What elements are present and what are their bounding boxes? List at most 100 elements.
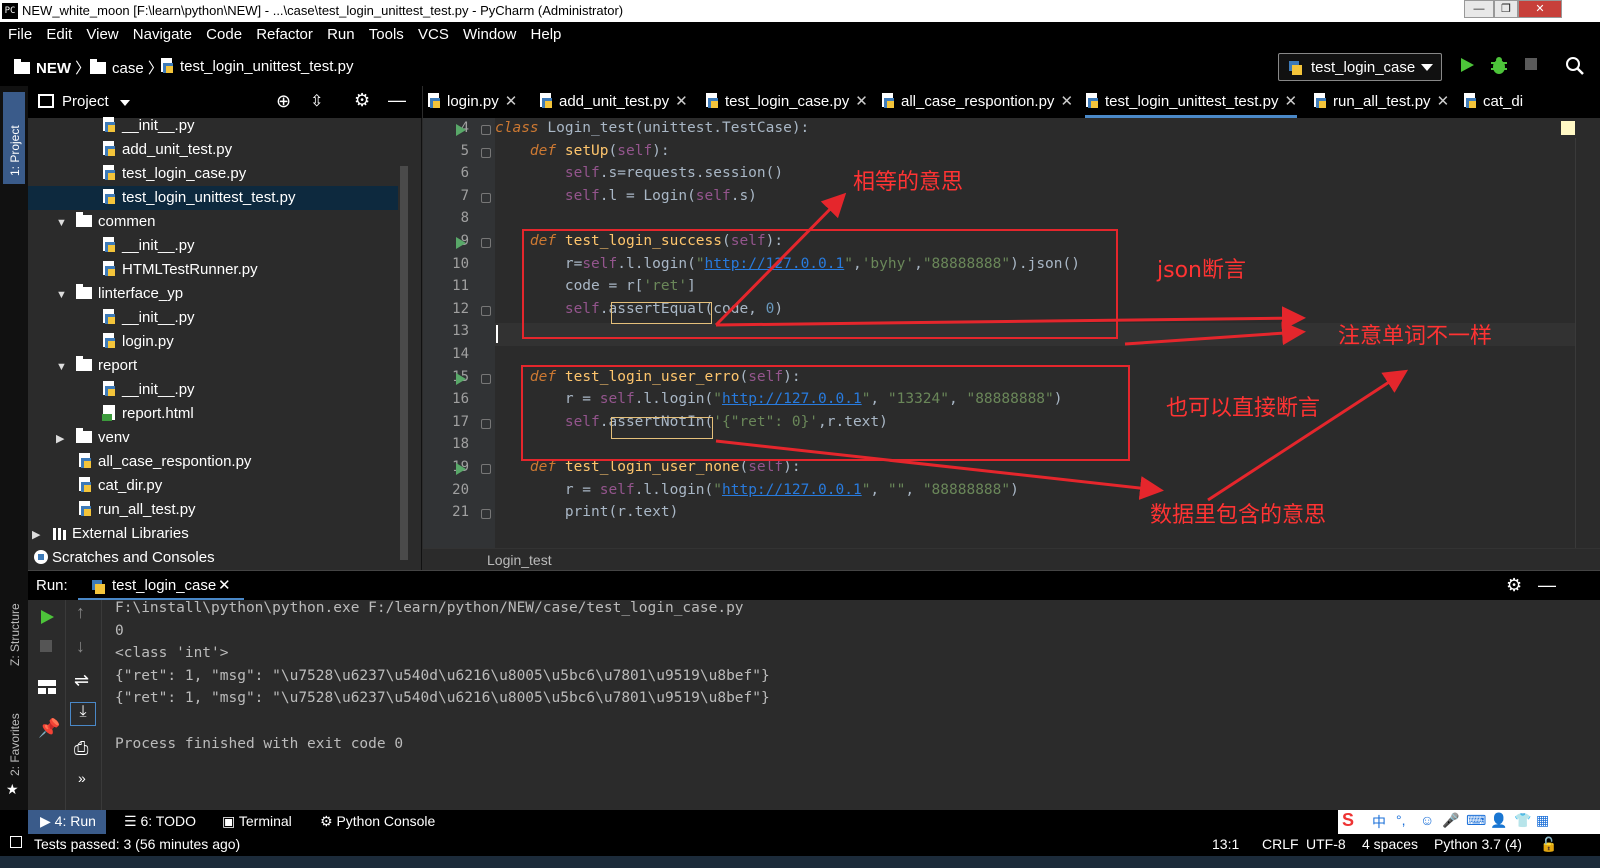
breadcrumb-project[interactable]: NEW 〉 <box>14 57 90 78</box>
more-icon[interactable]: » <box>78 770 86 786</box>
todo-tool-tab[interactable]: ☰ 6: TODO <box>124 813 196 830</box>
terminal-tool-tab[interactable]: ▣ Terminal <box>222 813 292 830</box>
editor-tab[interactable]: add_unit_test.py ✕ <box>539 86 688 118</box>
fold-marker-icon[interactable] <box>481 147 491 158</box>
fold-marker-icon[interactable] <box>481 192 491 203</box>
chevron-right-icon[interactable]: ▶ <box>56 427 68 451</box>
menu-file[interactable]: File <box>8 22 32 48</box>
project-view-select[interactable]: Project <box>62 93 109 110</box>
tree-file[interactable]: all_case_respontion.py <box>28 450 398 474</box>
menu-vcs[interactable]: VCS <box>418 22 449 48</box>
close-window-button[interactable]: ✕ <box>1518 0 1562 18</box>
run-test-icon[interactable] <box>456 124 466 136</box>
menu-refactor[interactable]: Refactor <box>256 22 313 48</box>
fold-marker-icon[interactable] <box>481 125 491 135</box>
hide-panel-icon[interactable]: — <box>1538 575 1556 596</box>
hide-panel-icon[interactable]: — <box>388 90 406 111</box>
fold-marker-icon[interactable] <box>481 418 491 429</box>
menu-help[interactable]: Help <box>531 22 562 48</box>
tree-file[interactable]: run_all_test.py <box>28 498 398 522</box>
gear-icon[interactable]: ⚙ <box>1506 575 1522 596</box>
class-breadcrumb[interactable]: Login_test <box>487 552 552 568</box>
arrow-down-icon[interactable]: ↓ <box>76 636 85 657</box>
status-message[interactable]: Tests passed: 3 (56 minutes ago) <box>34 836 240 852</box>
menu-tools[interactable]: Tools <box>369 22 404 48</box>
run-button[interactable] <box>1456 56 1478 78</box>
run-tool-tab[interactable]: ▶ 4: Run <box>40 813 96 830</box>
close-icon[interactable]: ✕ <box>1437 93 1450 110</box>
close-icon[interactable]: ✕ <box>675 93 688 110</box>
close-icon[interactable]: ✕ <box>218 576 231 594</box>
inspection-indicator[interactable] <box>1561 121 1575 135</box>
run-test-icon[interactable] <box>456 372 466 385</box>
indent-setting[interactable]: 4 spaces <box>1362 836 1418 852</box>
caret-position[interactable]: 13:1 <box>1212 836 1239 852</box>
tree-file[interactable]: __init__.py <box>28 306 398 330</box>
close-icon[interactable]: ✕ <box>1060 93 1073 110</box>
soft-wrap-icon[interactable]: ⇌ <box>74 670 89 691</box>
editor-tab[interactable]: run_all_test.py ✕ <box>1313 86 1449 118</box>
menu-code[interactable]: Code <box>206 22 242 48</box>
ime-toolbar[interactable]: S 中 °, ☺ 🎤 ⌨ 👤 👕 ▦ <box>1338 810 1600 834</box>
tree-file[interactable]: test_login_unittest_test.py <box>28 186 398 210</box>
tree-folder[interactable]: ▼ linterface_yp <box>28 282 398 306</box>
close-icon[interactable]: ✕ <box>505 93 518 110</box>
stop-icon[interactable] <box>38 638 54 654</box>
python-console-tool-tab[interactable]: ⚙ Python Console <box>320 813 435 830</box>
run-test-icon[interactable] <box>456 237 466 249</box>
tree-file[interactable]: cat_dir.py <box>28 474 398 498</box>
editor-tab[interactable]: all_case_respontion.py ✕ <box>881 86 1073 118</box>
search-button[interactable] <box>1564 56 1586 78</box>
scroll-to-end-icon[interactable]: ⤓ <box>70 702 96 726</box>
run-test-icon[interactable] <box>456 463 466 475</box>
fold-marker-icon[interactable] <box>481 305 491 316</box>
maximize-button[interactable]: ❐ <box>1494 0 1518 18</box>
tree-folder[interactable]: ▼ report <box>28 354 398 378</box>
chevron-down-icon[interactable]: ▼ <box>56 355 68 379</box>
chevron-down-icon[interactable]: ▼ <box>56 283 68 307</box>
editor-scrollbar[interactable] <box>1575 138 1587 548</box>
tree-file[interactable]: __init__.py <box>28 234 398 258</box>
menu-run[interactable]: Run <box>327 22 355 48</box>
tree-file[interactable]: HTMLTestRunner.py <box>28 258 398 282</box>
editor-tab[interactable]: login.py ✕ <box>427 86 517 118</box>
python-interpreter[interactable]: Python 3.7 (4) <box>1434 836 1522 852</box>
fold-marker-icon[interactable] <box>481 238 491 248</box>
tree-file[interactable]: test_login_case.py <box>28 162 398 186</box>
status-toggle-icon[interactable] <box>10 836 22 848</box>
close-icon[interactable]: ✕ <box>1284 93 1297 110</box>
chevron-right-icon[interactable]: ▶ <box>32 523 44 547</box>
menu-edit[interactable]: Edit <box>46 22 72 48</box>
stop-button[interactable] <box>1520 56 1542 78</box>
lock-icon[interactable]: 🔓 <box>1540 836 1557 853</box>
tree-file[interactable]: __init__.py <box>28 378 398 402</box>
menu-navigate[interactable]: Navigate <box>133 22 192 48</box>
pin-icon[interactable]: 📌 <box>38 718 60 739</box>
fold-marker-icon[interactable] <box>481 373 491 384</box>
tree-file[interactable]: login.py <box>28 330 398 354</box>
rerun-icon[interactable] <box>38 608 56 626</box>
line-separator[interactable]: CRLF <box>1262 836 1299 852</box>
tree-file[interactable]: report.html <box>28 402 398 426</box>
tree-file[interactable]: Scratches and Consoles <box>28 546 398 570</box>
locate-icon[interactable]: ⊕ <box>276 91 291 112</box>
editor-tab[interactable]: test_login_case.py ✕ <box>705 86 868 118</box>
debug-button[interactable] <box>1488 56 1510 78</box>
editor-tab[interactable]: cat_di <box>1463 86 1523 118</box>
close-icon[interactable]: ✕ <box>855 93 868 110</box>
tree-file[interactable]: ▶ External Libraries <box>28 522 398 546</box>
arrow-up-icon[interactable]: ↑ <box>76 602 85 623</box>
run-configuration-select[interactable]: test_login_case <box>1278 53 1442 81</box>
breadcrumb-folder[interactable]: case 〉 <box>90 57 163 78</box>
editor-breadcrumb[interactable]: Login_test <box>423 548 1600 570</box>
tree-scrollbar[interactable] <box>400 166 408 560</box>
minimize-button[interactable]: — <box>1464 0 1494 18</box>
run-tab[interactable]: test_login_case ✕ <box>78 571 244 601</box>
tree-folder[interactable]: ▼ commen <box>28 210 398 234</box>
structure-tool-label[interactable]: Z: Structure <box>8 603 22 666</box>
collapse-all-icon[interactable]: ⇳ <box>310 91 323 111</box>
tree-file[interactable]: add_unit_test.py <box>28 138 398 162</box>
fold-marker-icon[interactable] <box>481 509 491 520</box>
tree-folder[interactable]: ▶ venv <box>28 426 398 450</box>
tree-file[interactable]: __init__.py <box>28 114 398 138</box>
